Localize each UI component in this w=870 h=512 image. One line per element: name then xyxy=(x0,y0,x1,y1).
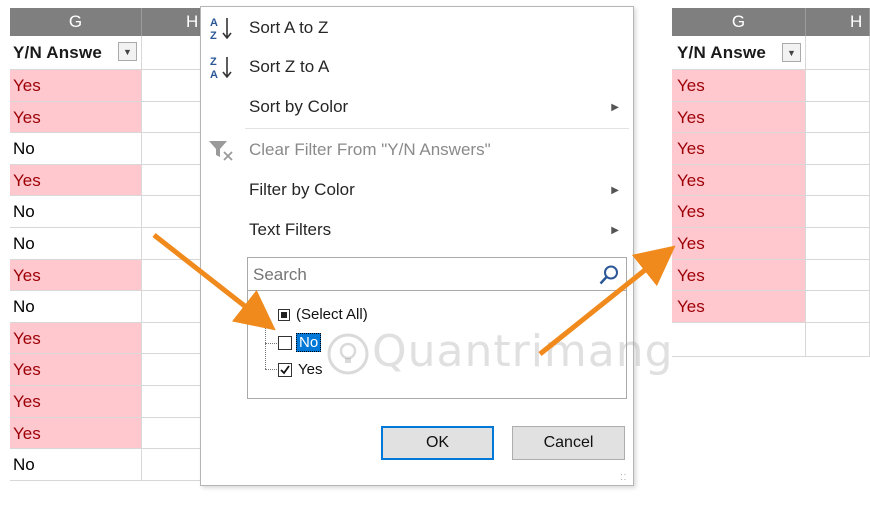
annotation-arrows xyxy=(152,233,676,356)
arrow-to-filtered-result xyxy=(538,245,676,356)
arrow-to-no-checkbox xyxy=(152,233,276,331)
